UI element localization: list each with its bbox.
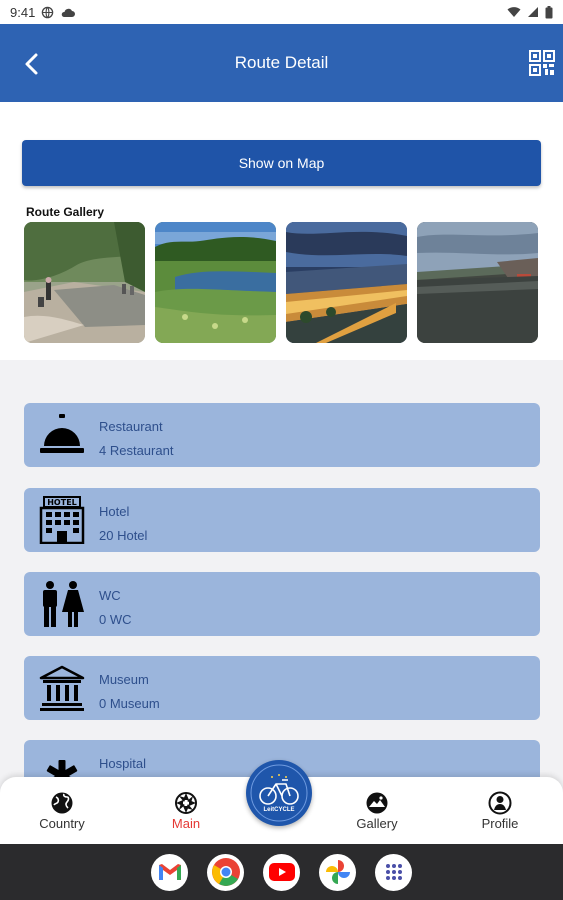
- gmail-icon[interactable]: [151, 853, 188, 891]
- youtube-icon[interactable]: [263, 853, 300, 891]
- nav-label: Country: [39, 816, 85, 831]
- route-gallery-label: Route Gallery: [26, 205, 105, 219]
- restroom-icon: [43, 581, 84, 627]
- amenity-restaurant[interactable]: Restaurant 4 Restaurant: [24, 403, 540, 467]
- amenity-count: 0 Museum: [99, 696, 160, 711]
- amenity-name: Restaurant: [99, 419, 163, 434]
- gallery-photo-wetland-lake[interactable]: [155, 222, 276, 343]
- aperture-icon: [175, 792, 197, 814]
- nav-profile[interactable]: Profile: [460, 791, 540, 831]
- gallery-photo-river-hikers[interactable]: [24, 222, 145, 343]
- amenity-museum[interactable]: Museum 0 Museum: [24, 656, 540, 720]
- app-bar: Route Detail: [0, 24, 563, 102]
- qr-code-icon[interactable]: [529, 50, 555, 76]
- amenity-count: 20 Hotel: [99, 528, 148, 543]
- nav-label: Gallery: [356, 816, 398, 831]
- museum-icon: [39, 665, 85, 711]
- gallery-photo-city-night[interactable]: [286, 222, 407, 343]
- amenity-count: 0 WC: [99, 612, 132, 627]
- amenity-wc[interactable]: WC 0 WC: [24, 572, 540, 636]
- logo-text: LeitCYCLE: [263, 807, 295, 813]
- globe-icon: [51, 792, 73, 814]
- wifi-icon: [507, 7, 521, 17]
- nav-main[interactable]: Main: [146, 791, 226, 831]
- system-dock: [0, 844, 563, 900]
- signal-icon: [528, 7, 538, 17]
- bicycle-logo-icon: [250, 764, 308, 822]
- amenity-hotel[interactable]: HOTEL Hotel 20 Hotel: [24, 488, 540, 552]
- nav-label: Main: [171, 816, 201, 831]
- amenity-name: Hotel: [99, 504, 130, 519]
- svg-text:HOTEL: HOTEL: [47, 498, 77, 507]
- cloud-icon: [62, 8, 76, 17]
- back-arrow-icon[interactable]: [18, 50, 46, 78]
- nav-country[interactable]: Country: [22, 791, 102, 831]
- nav-label: Profile: [481, 816, 519, 831]
- amenity-name: Museum: [99, 672, 149, 687]
- route-gallery: [24, 222, 538, 343]
- chrome-icon[interactable]: [207, 853, 244, 891]
- service-bell-icon: [40, 414, 84, 453]
- center-logo-button[interactable]: LeitCYCLE: [246, 760, 312, 826]
- show-on-map-button[interactable]: Show on Map: [22, 140, 541, 186]
- route-summary-card: Show on Map Route Gallery: [0, 102, 563, 360]
- amenity-name: WC: [99, 588, 121, 603]
- photos-icon[interactable]: [319, 853, 356, 891]
- amenity-name: Hospital: [99, 756, 146, 771]
- status-bar: 9:41: [0, 0, 563, 24]
- hotel-building-icon: HOTEL: [39, 496, 85, 544]
- landscape-icon: [366, 792, 388, 814]
- amenity-count: 4 Restaurant: [99, 443, 174, 458]
- page-title: Route Detail: [234, 53, 329, 72]
- app-drawer-icon[interactable]: [375, 853, 412, 891]
- status-time: 9:41: [10, 4, 36, 20]
- vpn-globe-icon: [42, 6, 54, 18]
- gallery-photo-river-town[interactable]: [417, 222, 538, 343]
- battery-icon: [545, 5, 553, 18]
- person-icon: [488, 791, 512, 815]
- nav-gallery[interactable]: Gallery: [337, 791, 417, 831]
